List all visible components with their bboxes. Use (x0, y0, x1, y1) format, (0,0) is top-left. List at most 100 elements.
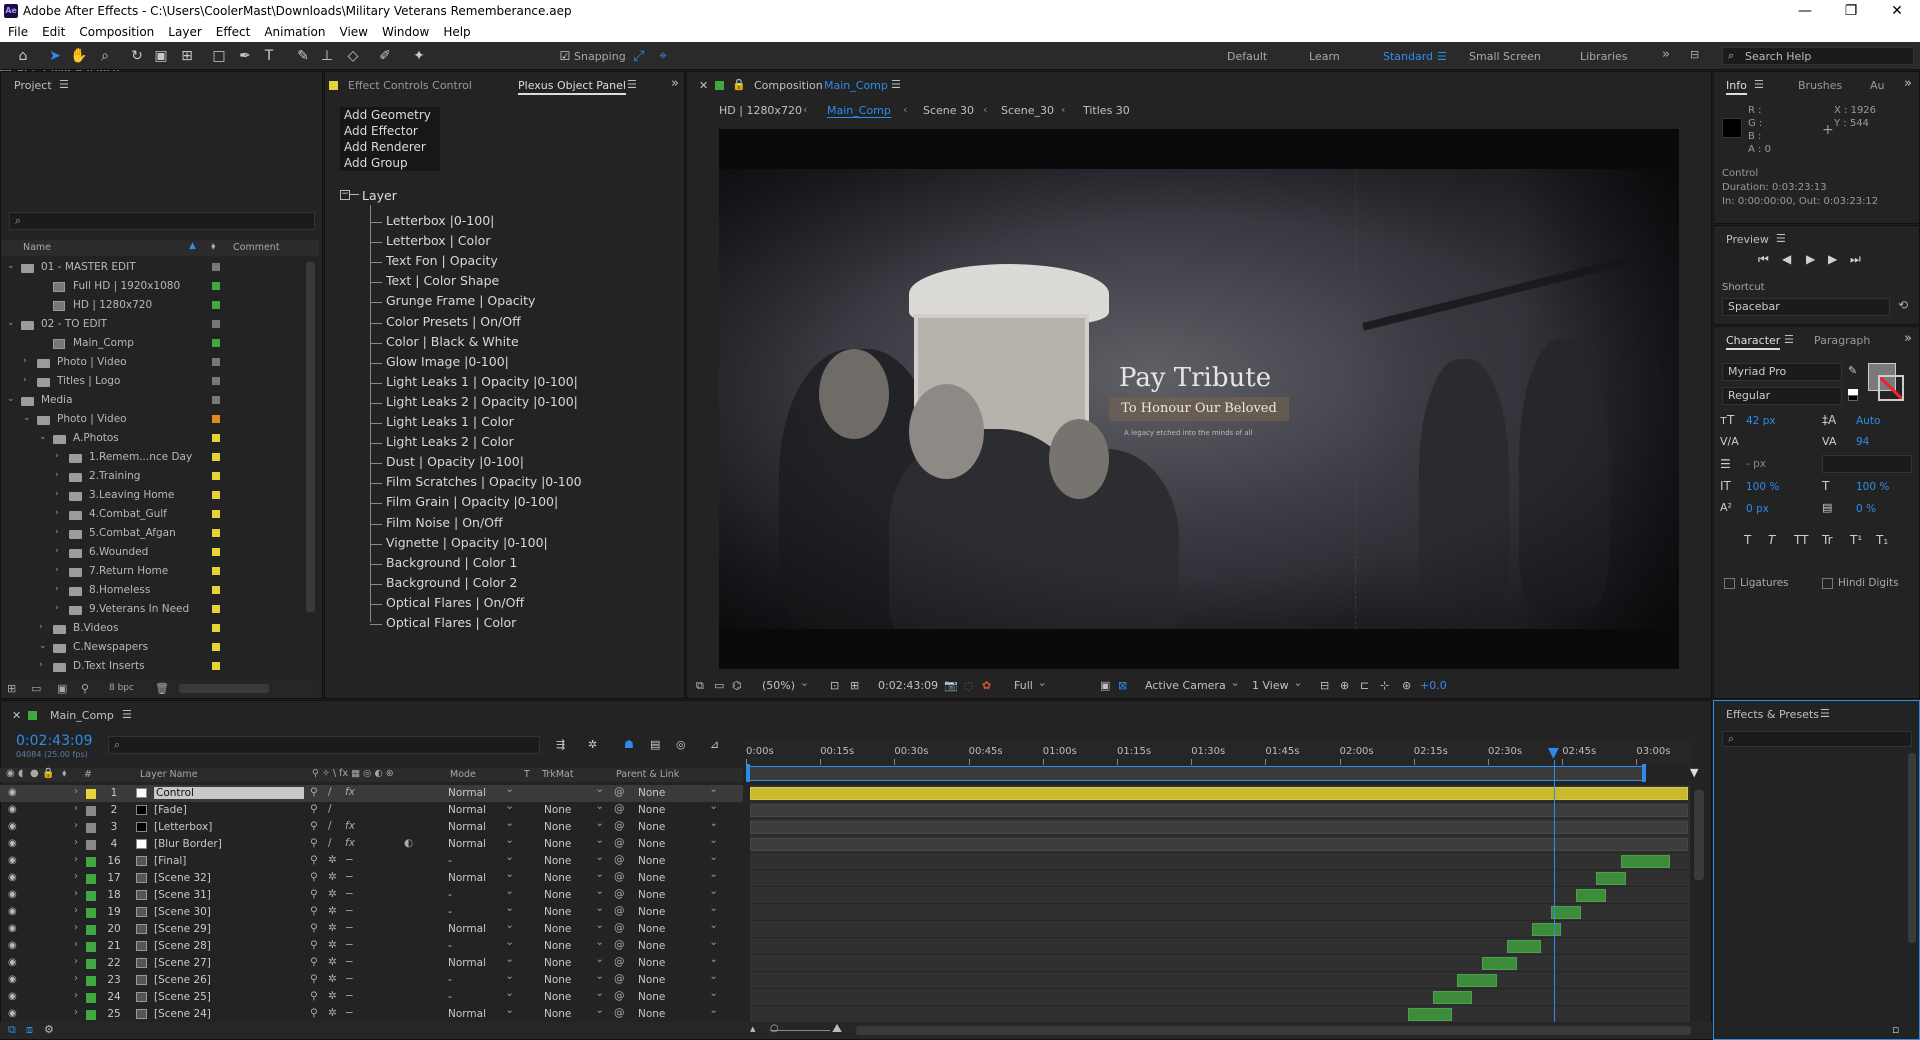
eye-icon[interactable]: ◉ (8, 838, 17, 849)
blend-mode-dropdown[interactable]: - (448, 885, 514, 901)
zoom-slider-thumb[interactable]: ○ (770, 1023, 779, 1034)
timeline-layer-row[interactable]: ◉ › 16 [Final] ⚲ ✲− - None @ None (0, 851, 743, 870)
project-folder-row[interactable]: ⌄ A.Photos (1, 429, 319, 448)
plexus-layer-item[interactable]: Vignette | Opacity |0-100| (386, 535, 548, 550)
parent-dropdown[interactable]: None (638, 1004, 718, 1020)
toggle-modes-icon[interactable]: ⧈ (26, 1023, 33, 1037)
plexus-layer-item[interactable]: Film Grain | Opacity |0-100| (386, 494, 558, 509)
chevron-right-icon[interactable]: › (55, 603, 59, 613)
collapse-icon[interactable]: / (328, 786, 332, 798)
project-comp-row[interactable]: HD | 1280x720 (1, 296, 319, 315)
zoom-slider-track[interactable] (770, 1030, 830, 1031)
ligatures-option[interactable]: Ligatures (1724, 577, 1789, 589)
project-folder-row[interactable]: › 5.Combat_Afgan (1, 524, 319, 543)
layer-track[interactable] (750, 802, 1690, 819)
zoom-in-icon[interactable]: ⛰ (832, 1021, 842, 1036)
label-color-swatch[interactable] (212, 339, 220, 347)
blend-mode-dropdown[interactable]: Normal (448, 783, 514, 799)
menu-layer[interactable]: Layer (168, 25, 201, 39)
collapse-icon[interactable]: ✲ (328, 905, 337, 917)
eyedropper-icon[interactable]: ✎ (1848, 364, 1857, 377)
project-folder-row[interactable]: ⌄ 01 - MASTER EDIT (1, 258, 319, 277)
quality-icon[interactable]: − (345, 905, 354, 917)
layer-name[interactable]: [Scene 24] (154, 1008, 211, 1020)
layer-duration-bar[interactable] (1620, 855, 1671, 868)
layer-name[interactable]: [Fade] (154, 804, 187, 816)
pick-whip-icon[interactable]: @ (614, 973, 625, 985)
parent-dropdown[interactable]: None (638, 817, 718, 833)
project-folder-row[interactable]: › 8.Homeless (1, 581, 319, 600)
project-folder-row[interactable]: › 1.Remem...nce Day (1, 448, 319, 467)
layer-track[interactable] (750, 870, 1690, 887)
faux-bold-button[interactable]: T (1744, 533, 1751, 547)
eye-icon[interactable]: ◉ (8, 787, 17, 798)
track-matte-dropdown[interactable]: None (544, 902, 604, 918)
audio-switch-icon[interactable]: ◖ (18, 768, 23, 779)
add-geometry-button[interactable]: Add Geometry (340, 107, 440, 123)
plexus-object-panel-tab[interactable]: Plexus Object Panel (518, 79, 626, 95)
track-matte-dropdown[interactable]: None (544, 800, 604, 816)
layer-duration-bar[interactable] (1407, 1008, 1453, 1021)
blend-mode-dropdown[interactable]: - (448, 936, 514, 952)
shortcut-dropdown[interactable]: Spacebar (1722, 298, 1890, 316)
layer-track[interactable] (750, 921, 1690, 938)
breadcrumb-scene-30[interactable]: Scene 30 (923, 104, 974, 117)
blend-mode-dropdown[interactable]: Normal (448, 800, 514, 816)
puppet-tool-icon[interactable]: ✦ (410, 47, 428, 65)
blend-mode-dropdown[interactable]: - (448, 851, 514, 867)
roi-icon[interactable]: ▣ (1100, 679, 1110, 692)
parent-dropdown[interactable]: None (638, 868, 718, 884)
project-scrollbar[interactable] (306, 262, 315, 612)
pick-whip-icon[interactable]: @ (614, 837, 625, 849)
label-color-swatch[interactable] (212, 301, 220, 309)
label-color-swatch[interactable] (212, 624, 220, 632)
vr-icon[interactable]: ⌬ (732, 679, 742, 692)
label-color-swatch[interactable] (212, 586, 220, 594)
resolution-dropdown[interactable]: Full (1014, 676, 1047, 692)
collapse-icon[interactable]: ✲ (328, 956, 337, 968)
timeline-layer-row[interactable]: ◉ › 4 [Blur Border] ⚲ / fx ◐ Normal None @ None (0, 834, 743, 853)
workspace-libraries[interactable]: Libraries (1580, 50, 1628, 63)
project-folder-row[interactable]: ⌄ 02 - TO EDIT (1, 315, 319, 334)
plexus-layer-item[interactable]: Light Leaks 2 | Color (386, 434, 514, 449)
new-folder-icon[interactable]: ▭ (31, 682, 41, 695)
shy-icon[interactable]: ⚲ (310, 803, 318, 815)
layer-label-swatch[interactable] (86, 789, 96, 799)
pick-whip-icon[interactable]: @ (614, 820, 625, 832)
menu-view[interactable]: View (340, 25, 368, 39)
layer-label-swatch[interactable] (86, 806, 96, 816)
lock-switch-icon[interactable]: 🔒 (42, 768, 54, 779)
timeline-layer-row[interactable]: ◉ › 19 [Scene 30] ⚲ ✲− - None @ None (0, 902, 743, 921)
plexus-layer-item[interactable]: Letterbox |0-100| (386, 213, 494, 228)
fx-icon[interactable]: fx (345, 837, 355, 849)
chevron-right-icon[interactable]: › (74, 922, 78, 933)
maximize-icon[interactable]: ❐ (1828, 3, 1874, 19)
layer-duration-bar[interactable] (1531, 923, 1562, 936)
brush-tool-icon[interactable]: ✎ (294, 47, 312, 65)
shy-icon[interactable]: ⚲ (310, 854, 318, 866)
timeline-layer-row[interactable]: ◉ › 25 [Scene 24] ⚲ ✲− Normal None @ None (0, 1004, 743, 1023)
chevron-right-icon[interactable]: › (74, 854, 78, 865)
timeline-hscrollbar[interactable] (856, 1026, 1691, 1035)
audio-tab[interactable]: Au (1870, 79, 1885, 92)
hindi-digits-checkbox[interactable] (1822, 577, 1833, 589)
selection-tool-icon[interactable]: ➤ (46, 47, 64, 65)
shy-icon[interactable]: ⚲ (310, 888, 318, 900)
panel-menu-icon[interactable]: ☰ (891, 78, 901, 91)
expand-panels-icon[interactable]: » (1904, 331, 1912, 346)
small-caps-button[interactable]: Tr (1822, 533, 1833, 547)
collapse-icon[interactable]: ✲ (328, 871, 337, 883)
effect-controls-tab[interactable]: Effect Controls Control (348, 79, 472, 92)
layer-duration-bar[interactable] (1595, 872, 1626, 885)
fast-preview-icon[interactable]: ⊏ (1360, 679, 1369, 692)
chevron-down-icon[interactable]: ⌄ (7, 261, 15, 271)
character-tab[interactable]: Character (1726, 334, 1781, 350)
blend-mode-dropdown[interactable]: - (448, 902, 514, 918)
first-frame-icon[interactable]: ⏮ (1758, 252, 1769, 267)
layer-name[interactable]: [Blur Border] (154, 838, 222, 850)
blend-mode-dropdown[interactable]: Normal (448, 834, 514, 850)
close-tab-icon[interactable]: ✕ (12, 709, 21, 722)
parent-dropdown[interactable]: None (638, 919, 718, 935)
blend-mode-dropdown[interactable]: Normal (448, 1004, 514, 1020)
solo-switch-icon[interactable]: ● (30, 768, 39, 779)
